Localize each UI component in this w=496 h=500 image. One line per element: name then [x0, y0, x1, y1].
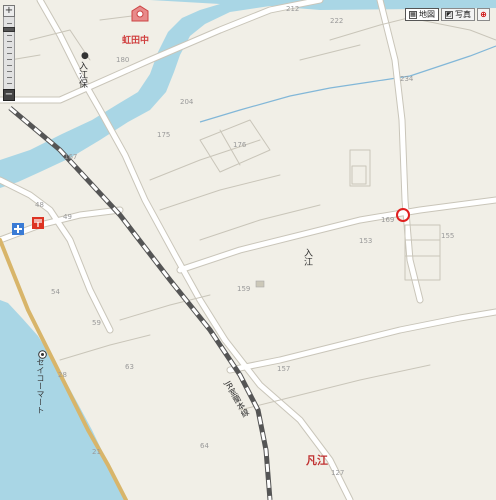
block-number: 234 [400, 75, 414, 83]
zoom-control: + − [3, 5, 17, 101]
block-number: 167 [64, 153, 78, 161]
block-number: 153 [359, 237, 373, 245]
block-number: 48 [35, 201, 44, 209]
zoom-out-button[interactable]: − [3, 89, 15, 101]
map-canvas[interactable]: 212 222 180 204 234 175 176 167 169 153 … [0, 0, 496, 500]
ruins-label[interactable]: 凡江 [306, 455, 328, 466]
map-mode-label: 地図 [419, 10, 435, 19]
school-label[interactable]: 虹田中 [122, 37, 149, 46]
block-number: 64 [200, 442, 209, 450]
block-number: 28 [58, 371, 67, 379]
block-number: 175 [157, 131, 171, 139]
block-number: 159 [237, 285, 251, 293]
block-number: 127 [331, 469, 345, 477]
block-number: 212 [286, 5, 300, 13]
place-label-irie[interactable]: 入江 [302, 248, 312, 266]
zoom-slider-track[interactable] [3, 17, 15, 89]
block-number: 59 [92, 319, 101, 327]
hospital-icon [12, 222, 24, 238]
crosshair-icon: ⊕ [480, 10, 487, 19]
block-number: 157 [277, 365, 291, 373]
location-marker-icon[interactable] [395, 207, 411, 226]
photo-mode-label: 写真 [455, 10, 471, 19]
map-base-layer [0, 0, 496, 500]
photo-mode-button[interactable]: ◩ 写真 [441, 8, 475, 21]
zoom-slider-thumb[interactable] [3, 27, 15, 32]
block-number: 169 [381, 216, 395, 224]
block-number: 49 [63, 213, 72, 221]
school-icon [131, 5, 149, 26]
block-number: 180 [116, 56, 130, 64]
block-number: 155 [441, 232, 455, 240]
block-number: 63 [125, 363, 134, 371]
place-dot: ● [81, 51, 89, 61]
photo-icon: ◩ [445, 10, 453, 19]
store-label[interactable]: セイコーマート [36, 358, 45, 414]
zoom-in-button[interactable]: + [3, 5, 15, 17]
block-number: 54 [51, 288, 60, 296]
post-office-icon [32, 216, 44, 232]
map-icon: ▦ [409, 10, 417, 19]
block-number: 204 [180, 98, 194, 106]
place-label-irie-ho[interactable]: 入江保 [77, 61, 87, 88]
map-mode-button[interactable]: ▦ 地図 [405, 8, 439, 21]
block-number: 21 [92, 448, 101, 456]
block-number: 222 [330, 17, 344, 25]
map-type-switch: ▦ 地図 ◩ 写真 ⊕ [405, 8, 490, 21]
block-number: 176 [233, 141, 247, 149]
crosshair-button[interactable]: ⊕ [477, 8, 490, 21]
